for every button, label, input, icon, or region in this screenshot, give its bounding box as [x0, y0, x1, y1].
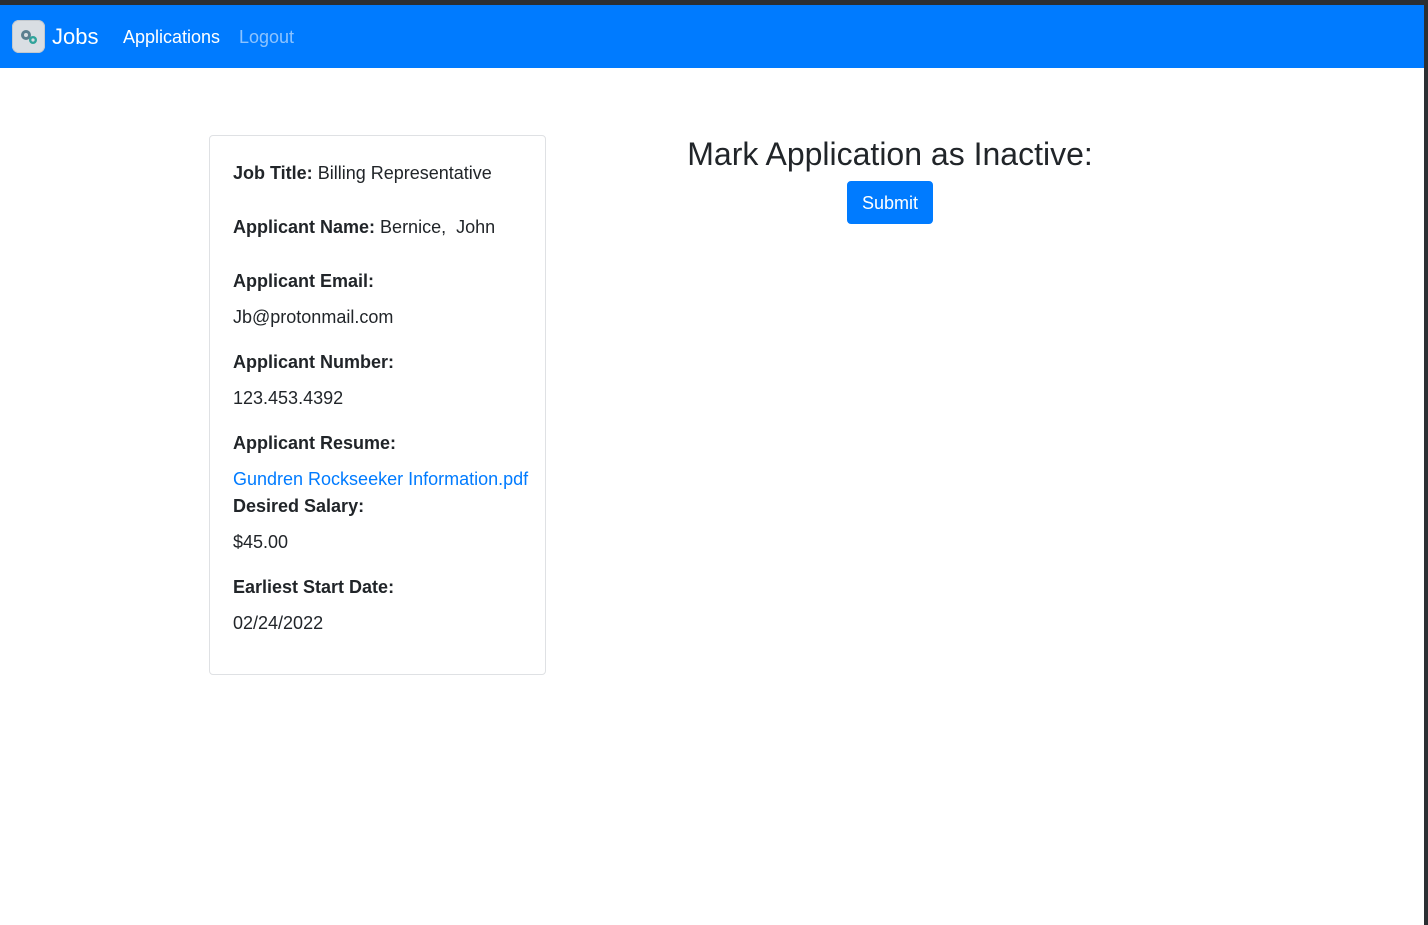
applicant-number-label: Applicant Number:: [233, 352, 395, 372]
nav-link-applications[interactable]: Applications: [123, 24, 220, 50]
application-details-card: Job Title: Billing Representative Applic…: [209, 135, 546, 675]
start-date-value: 02/24/2022: [233, 613, 324, 633]
applicant-email-value: Jb@protonmail.com: [233, 307, 394, 327]
job-title-value: Billing Representative: [317, 163, 492, 183]
resume-download-link[interactable]: Gundren Rockseeker Information.pdf: [233, 467, 528, 491]
window-right-border: [1424, 0, 1428, 925]
applicant-email-label: Applicant Email:: [233, 271, 375, 291]
gears-logo-icon: [12, 20, 45, 53]
brand-label: Jobs: [52, 24, 99, 49]
nav-link-logout[interactable]: Logout: [239, 24, 294, 50]
brand-link[interactable]: Jobs: [12, 20, 98, 53]
applicant-name-value: Bernice, John: [380, 217, 496, 237]
mark-inactive-heading: Mark Application as Inactive:: [687, 136, 1093, 172]
applicant-name-row: Applicant Name: Bernice, John: [233, 215, 495, 239]
job-title-row: Job Title: Billing Representative: [233, 161, 492, 185]
job-title-label: Job Title:: [233, 163, 313, 183]
navbar: Jobs Applications Logout: [0, 5, 1424, 68]
desired-salary-label: Desired Salary:: [233, 496, 365, 516]
applicant-resume-label: Applicant Resume:: [233, 433, 397, 453]
desired-salary-value: $45.00: [233, 532, 289, 552]
applicant-name-label: Applicant Name:: [233, 217, 376, 237]
page: Jobs Applications Logout Job Title: Bill…: [0, 0, 1428, 925]
start-date-label: Earliest Start Date:: [233, 577, 395, 597]
submit-button[interactable]: Submit: [847, 181, 933, 224]
applicant-number-value: 123.453.4392: [233, 388, 344, 408]
